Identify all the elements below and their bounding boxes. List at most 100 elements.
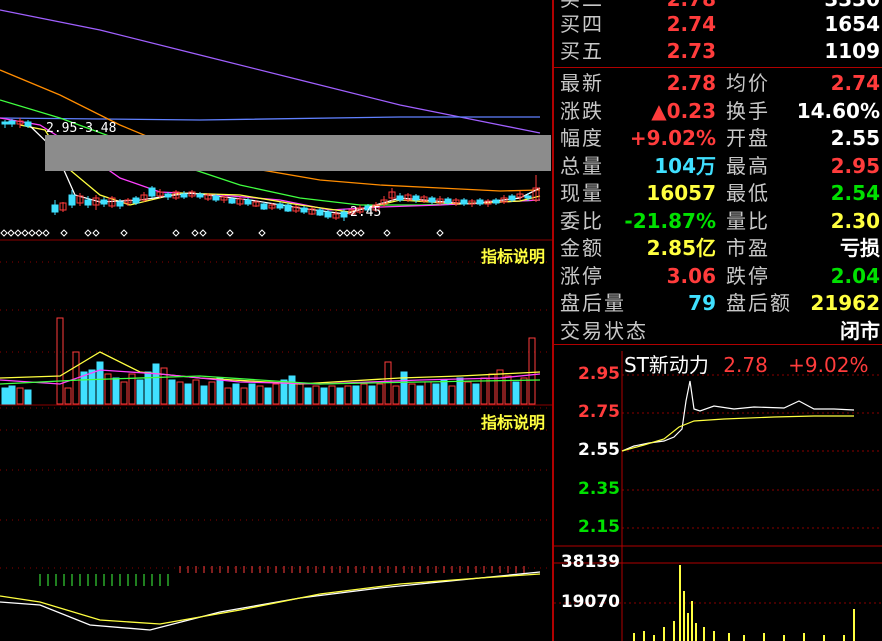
volume-bar — [424, 381, 432, 405]
candle-body — [228, 198, 236, 204]
signal-diamond — [0, 229, 8, 237]
stat-value: +9.02% — [629, 126, 716, 150]
signal-diamond — [258, 229, 266, 237]
volume-bar — [440, 379, 448, 405]
volume-bar — [344, 385, 352, 405]
volume-bar — [224, 387, 232, 405]
stat-row: 涨跌 ▲0.23 换手 14.60% — [554, 98, 882, 125]
volume-bar — [160, 367, 168, 405]
candle-body — [68, 194, 76, 206]
stat-label: 最新 — [560, 71, 604, 95]
order-label: 买四 — [560, 12, 604, 36]
volume-bar — [256, 385, 264, 405]
stat-value: 16057 — [646, 181, 716, 205]
candle-body — [84, 199, 92, 206]
stat-value: 14.60% — [796, 98, 880, 123]
dea-line — [0, 573, 541, 625]
stat-row: 现量 16057 最低 2.54 — [554, 180, 882, 207]
order-price: 2.73 — [666, 39, 716, 63]
price-axis-label: 2.75 — [578, 402, 620, 422]
volume-bar — [120, 381, 128, 405]
stat-label: 跌停 — [726, 263, 770, 288]
candle-body — [51, 204, 59, 213]
volume-bar — [8, 385, 16, 405]
signal-diamond — [336, 229, 344, 237]
volume-bar — [200, 385, 208, 405]
signal-diamond — [42, 229, 50, 237]
stat-label: 幅度 — [560, 126, 604, 150]
price-axis-label: 2.35 — [578, 479, 620, 499]
volume-bars — [1, 317, 536, 405]
volume-bar — [472, 383, 480, 405]
volume-bar — [336, 387, 344, 405]
signal-diamond — [14, 229, 22, 237]
signal-diamond — [383, 229, 391, 237]
candle-body — [212, 195, 220, 201]
volume-bar — [288, 375, 296, 405]
candle-body — [412, 195, 420, 201]
volume-bar — [360, 383, 368, 405]
stat-row: 盘后量 79 盘后额 21962 — [554, 290, 882, 317]
stat-label: 委比 — [560, 208, 604, 233]
price-axis-label: 2.55 — [578, 440, 620, 460]
divider — [554, 344, 882, 345]
stat-value: 亏损 — [840, 236, 880, 260]
stat-value: 104万 — [654, 153, 716, 178]
signal-diamond — [343, 229, 351, 237]
indicator-info-button-1[interactable]: 指标说明 — [481, 243, 545, 267]
signal-diamond — [120, 229, 128, 237]
signal-diamond — [28, 229, 36, 237]
divider — [554, 67, 882, 68]
signal-diamond — [226, 229, 234, 237]
candle-body — [508, 195, 516, 201]
volume-bar — [216, 377, 224, 405]
volume-bar — [320, 387, 328, 405]
kline-chart[interactable]: 2.95-3.48 2.45 — [0, 0, 552, 641]
volume-bar — [248, 383, 256, 405]
candle-body — [316, 209, 324, 216]
volume-bar — [136, 379, 144, 405]
range-label: 2.95-3.48 — [46, 121, 116, 136]
candle-body — [8, 120, 16, 125]
volume-bar — [512, 381, 520, 405]
stat-row: 涨停 3.06 跌停 2.04 — [554, 263, 882, 290]
order-volume: 1109 — [824, 39, 880, 63]
volume-bar — [176, 381, 184, 405]
volume-bar — [432, 383, 440, 405]
volume-bar — [264, 387, 272, 405]
candle-body — [460, 199, 468, 205]
stat-value: 2.54 — [830, 181, 880, 205]
stat-value: -21.87% — [624, 208, 716, 233]
order-row-bid5: 买五 2.73 1109 — [554, 38, 882, 65]
candle-body — [444, 198, 452, 204]
stat-value: 2.85亿 — [646, 236, 716, 260]
indicator-info-button-2[interactable]: 指标说明 — [481, 409, 545, 433]
dif-line — [0, 571, 541, 631]
order-label: 买五 — [560, 39, 604, 63]
stat-row: 交易状态 闭市 — [554, 318, 882, 345]
volume-bar — [400, 371, 408, 405]
stat-label: 最低 — [726, 181, 770, 205]
candle-body — [116, 201, 124, 207]
low-price-label: 2.45 — [350, 205, 381, 220]
candle-body — [476, 199, 484, 205]
stat-value: 2.04 — [830, 263, 880, 288]
volume-bar — [56, 317, 64, 405]
stat-label: 均价 — [726, 71, 770, 95]
signal-diamond — [199, 229, 207, 237]
volume-bar — [392, 385, 400, 405]
stat-row: 总量 104万 最高 2.95 — [554, 153, 882, 180]
candle-body — [164, 193, 172, 198]
volume-bar — [448, 385, 456, 405]
stat-label: 开盘 — [726, 126, 770, 150]
candle-body — [244, 199, 252, 205]
candle-body — [324, 211, 332, 218]
volume-bar — [208, 381, 216, 405]
volume-bar — [112, 377, 120, 405]
stat-label: 涨跌 — [560, 98, 604, 123]
volume-bar — [496, 369, 504, 405]
volume-bar — [296, 383, 304, 405]
signal-diamond — [21, 229, 29, 237]
stat-label: 交易状态 — [560, 318, 648, 343]
ma120-line — [0, 9, 541, 134]
